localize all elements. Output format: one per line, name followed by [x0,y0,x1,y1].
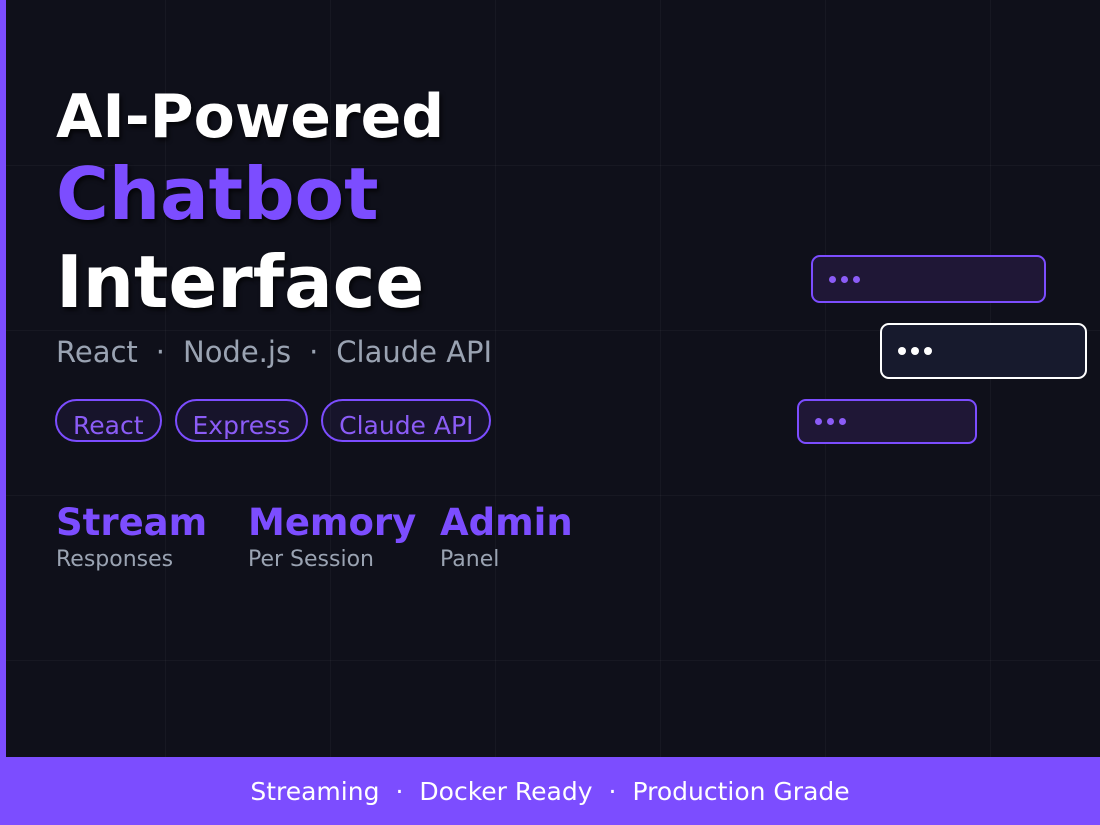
typing-dot-icon [841,275,848,283]
feature-stats: Stream Responses Memory Per Session Admi… [56,500,632,574]
subtitle-item: React [56,335,138,369]
typing-dot-icon [839,418,846,425]
stat-value: Admin [440,501,573,544]
stat-memory: Memory Per Session [248,500,440,574]
footer-separator: · [608,776,617,806]
stat-label: Per Session [248,547,374,572]
chat-bubble-assistant [797,399,977,444]
stat-stream: Stream Responses [56,500,248,574]
footer-banner: Streaming · Docker Ready · Production Grade [0,757,1100,825]
stat-label: Responses [56,547,174,572]
footer-separator: · [395,776,404,806]
typing-dot-icon [924,347,932,355]
typing-dot-icon [853,275,860,283]
footer-item: Streaming [250,776,380,806]
tag-express: Express [174,399,309,442]
subtitle-separator: · [155,335,165,369]
typing-dot-icon [827,418,834,425]
stat-label: Panel [440,547,500,572]
typing-dot-icon [898,347,906,355]
stat-admin: Admin Panel [440,500,632,574]
footer-item: Docker Ready [419,776,593,806]
tech-subtitle: React · Node.js · Claude API [56,334,492,370]
subtitle-item: Claude API [336,335,493,369]
typing-dot-icon [829,275,836,283]
title-line-2: Chatbot [56,152,379,236]
title-line-3: Interface [56,240,425,324]
left-accent-bar [0,0,6,757]
chat-bubble-user [880,323,1087,379]
typing-dot-icon [911,347,919,355]
tag-react: React [55,399,162,442]
title-line-1: AI-Powered [56,82,445,152]
subtitle-separator: · [309,335,319,369]
tech-tags: React Express Claude API [55,399,492,442]
stat-value: Stream [56,501,208,544]
stat-value: Memory [248,501,417,544]
tag-claude-api: Claude API [321,399,492,442]
footer-item: Production Grade [632,776,850,806]
chat-bubble-assistant [811,255,1046,303]
typing-dot-icon [815,418,822,425]
subtitle-item: Node.js [183,335,292,369]
